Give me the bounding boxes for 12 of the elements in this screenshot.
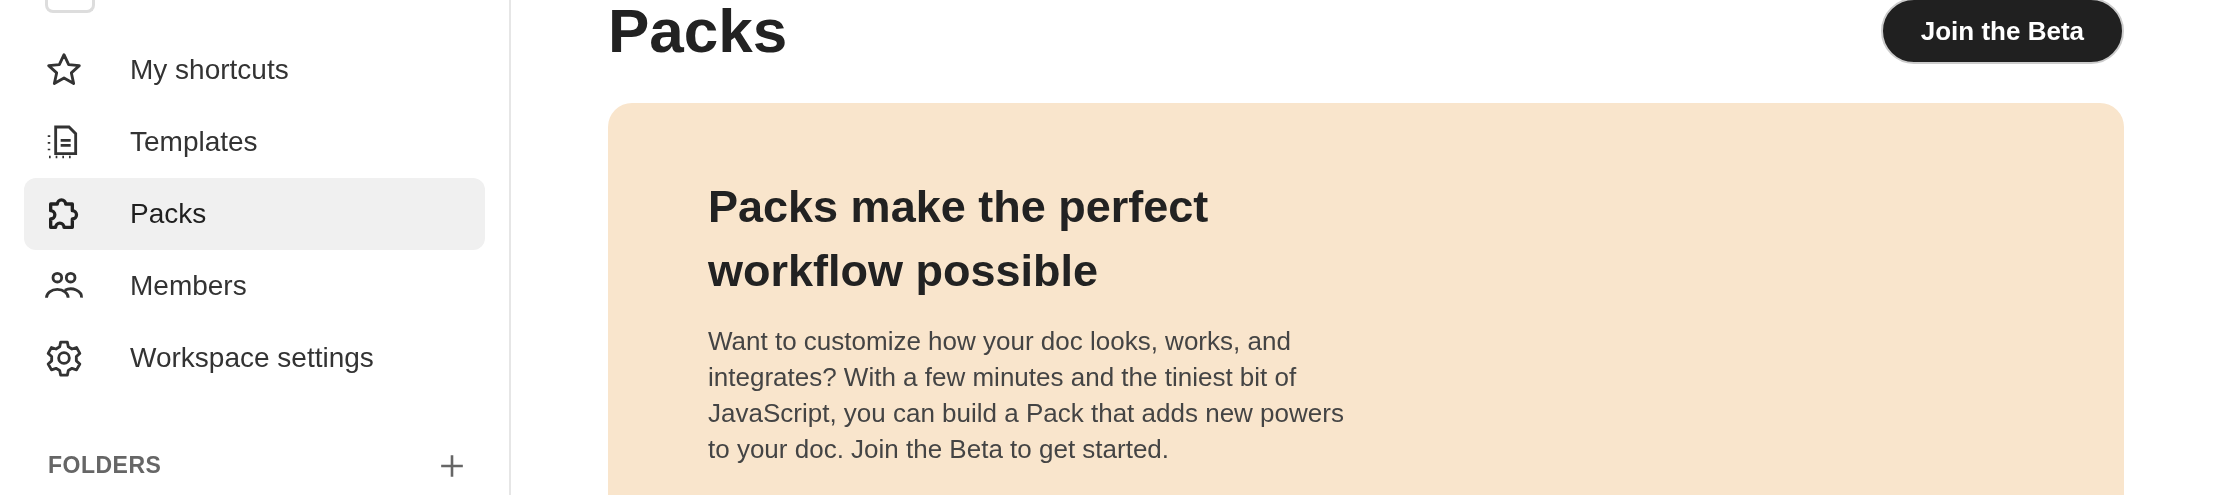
sidebar-item[interactable]: Templates <box>24 106 485 178</box>
join-beta-button[interactable]: Join the Beta <box>1880 0 2124 64</box>
add-icon[interactable] <box>439 452 465 479</box>
sidebar-item[interactable]: Packs <box>24 178 485 250</box>
section-heading: FOLDERS <box>48 452 162 479</box>
settings-icon <box>44 338 84 378</box>
banner-heading: Packs make the perfect workflow possible <box>708 180 1210 298</box>
sidebar-item[interactable]: Workspace settings <box>24 322 485 394</box>
sidebar-item[interactable]: My shortcuts <box>24 34 485 106</box>
page-title: Packs <box>608 0 788 64</box>
banner-text: Want to customize how your doc looks, works, and integrates? With a few minutes and the tiniest bit of JavaScript, you can build a Pack that adds new powers to your doc. Join the Beta to get started. <box>708 325 1345 466</box>
sidebar-item[interactable]: Members <box>24 250 485 322</box>
